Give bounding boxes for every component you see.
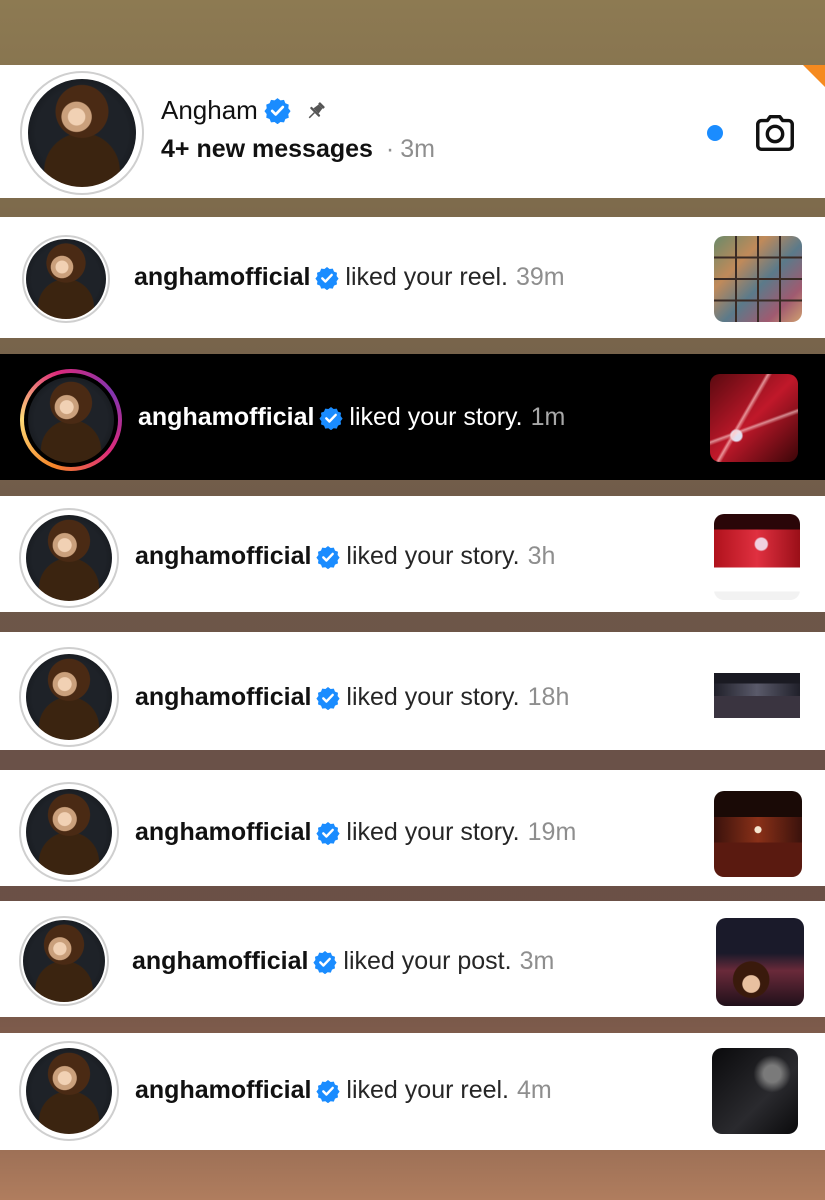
notification-card[interactable]: anghamofficial liked your post. 3m: [0, 901, 825, 1017]
verified-badge-icon: [313, 950, 338, 974]
notification-card[interactable]: anghamofficial liked your reel. 39m: [0, 217, 825, 338]
thread-preview: 4+ new messages: [161, 135, 373, 163]
action-text: liked your story.: [346, 818, 520, 846]
username[interactable]: anghamofficial: [134, 263, 310, 292]
avatar: [26, 654, 112, 740]
media-thumbnail[interactable]: [716, 918, 804, 1006]
verified-badge-icon: [316, 821, 341, 845]
notification-card[interactable]: anghamofficial liked your story. 3h: [0, 496, 825, 612]
thread-time: 3m: [400, 135, 435, 163]
time-ago: 3m: [519, 947, 555, 975]
avatar-frame[interactable]: [22, 235, 110, 323]
notification-text: anghamofficial liked your reel. 39m: [134, 263, 565, 292]
action-text: liked your story.: [346, 542, 520, 570]
verified-badge-icon: [316, 1079, 341, 1103]
username[interactable]: anghamofficial: [135, 542, 311, 571]
camera-icon[interactable]: [752, 110, 798, 156]
avatar-frame[interactable]: [19, 916, 109, 1006]
thread-separator: ·: [385, 135, 395, 163]
time-ago: 3h: [527, 542, 556, 570]
avatar: [26, 515, 112, 601]
avatar: [28, 79, 136, 187]
media-thumbnail[interactable]: [714, 791, 802, 877]
thread-name: Angham: [161, 95, 258, 125]
media-thumbnail[interactable]: [714, 662, 800, 724]
action-text: liked your story.: [349, 403, 523, 431]
verified-badge-icon: [316, 686, 341, 710]
notification-text: anghamofficial liked your story. 3h: [135, 542, 555, 571]
avatar: [26, 239, 106, 319]
story-ring-avatar-frame[interactable]: [20, 369, 122, 471]
verified-badge-icon: [315, 266, 340, 290]
notification-text: anghamofficial liked your story. 18h: [135, 683, 569, 712]
avatar-frame[interactable]: [19, 647, 119, 747]
thread-avatar-frame[interactable]: [20, 71, 144, 195]
notification-card[interactable]: anghamofficial liked your reel. 4m: [0, 1033, 825, 1150]
thread-preview-row: 4+ new messages · 3m: [161, 135, 435, 164]
username[interactable]: anghamofficial: [135, 818, 311, 847]
time-ago: 19m: [527, 818, 577, 846]
avatar: [26, 789, 112, 875]
notification-text: anghamofficial liked your story. 19m: [135, 818, 576, 847]
avatar-frame[interactable]: [19, 782, 119, 882]
username[interactable]: anghamofficial: [135, 683, 311, 712]
action-text: liked your post.: [343, 947, 512, 975]
action-text: liked your story.: [346, 683, 520, 711]
action-text: liked your reel.: [345, 263, 508, 291]
message-thread-card[interactable]: Angham 4+ new messages · 3m: [0, 65, 825, 198]
pin-icon: [308, 101, 325, 118]
username[interactable]: anghamofficial: [135, 1076, 311, 1105]
username[interactable]: anghamofficial: [132, 947, 308, 976]
time-ago: 39m: [516, 263, 565, 291]
time-ago: 1m: [530, 403, 566, 431]
thread-title-row: Angham: [161, 95, 327, 126]
media-thumbnail[interactable]: [714, 514, 800, 600]
avatar-frame[interactable]: [19, 508, 119, 608]
notification-card[interactable]: anghamofficial liked your story. 18h: [0, 632, 825, 750]
notification-text: anghamofficial liked your story. 1m: [138, 403, 565, 432]
verified-badge-icon: [319, 406, 344, 430]
avatar: [28, 377, 114, 463]
username[interactable]: anghamofficial: [138, 403, 314, 432]
avatar: [26, 1048, 112, 1134]
unread-dot: [707, 125, 723, 141]
media-thumbnail[interactable]: [710, 374, 798, 462]
corner-ribbon: [803, 65, 825, 87]
time-ago: 18h: [527, 683, 570, 711]
notification-card[interactable]: anghamofficial liked your story. 1m: [0, 354, 825, 480]
avatar: [23, 920, 105, 1002]
notification-card[interactable]: anghamofficial liked your story. 19m: [0, 770, 825, 886]
story-ring-gap: [24, 373, 118, 467]
notification-text: anghamofficial liked your post. 3m: [132, 947, 554, 976]
avatar-frame[interactable]: [19, 1041, 119, 1141]
media-thumbnail[interactable]: [712, 1048, 798, 1134]
verified-badge-icon: [264, 98, 291, 124]
media-thumbnail[interactable]: [714, 236, 802, 322]
verified-badge-icon: [316, 545, 341, 569]
action-text: liked your reel.: [346, 1076, 509, 1104]
notification-text: anghamofficial liked your reel. 4m: [135, 1076, 552, 1105]
time-ago: 4m: [517, 1076, 552, 1104]
